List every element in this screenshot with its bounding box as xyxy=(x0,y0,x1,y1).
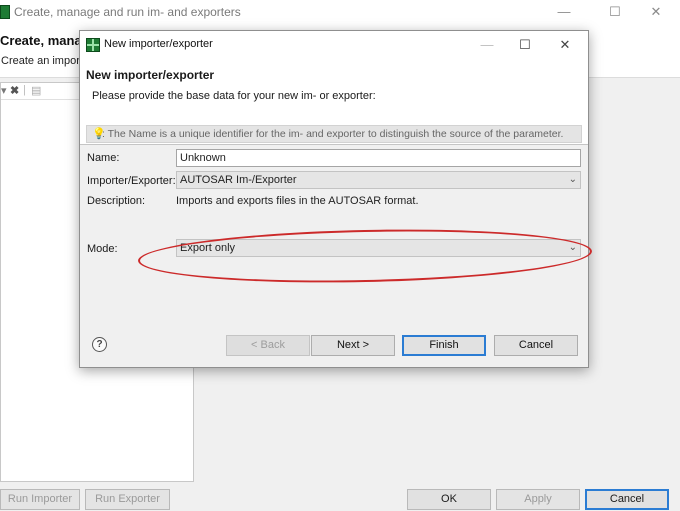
dialog-header-title: New importer/exporter xyxy=(86,68,215,82)
run-importer-button[interactable]: Run Importer xyxy=(0,489,80,510)
app-icon xyxy=(0,5,10,19)
apply-button[interactable]: Apply xyxy=(496,489,580,510)
importer-exporter-select-value: AUTOSAR Im-/Exporter xyxy=(180,174,297,186)
dialog-minimize-button[interactable]: — xyxy=(476,35,498,55)
name-input[interactable]: Unknown xyxy=(176,149,581,167)
background-maximize-button[interactable]: ☐ xyxy=(605,3,625,21)
finish-button[interactable]: Finish xyxy=(402,335,486,356)
name-label: Name: xyxy=(87,152,120,164)
dialog-cancel-button[interactable]: Cancel xyxy=(494,335,578,356)
delete-icon[interactable]: ✖ xyxy=(10,84,19,97)
chevron-down-icon: ⌄ xyxy=(568,174,577,185)
dialog-title-bar[interactable]: New importer/exporter — ☐ ✕ xyxy=(80,31,588,59)
dialog-app-icon xyxy=(86,38,100,52)
add-icon[interactable]: ▾ xyxy=(1,84,7,97)
background-header-description: Create an import xyxy=(1,55,83,67)
dialog-window-title: New importer/exporter xyxy=(104,38,213,50)
background-cancel-button[interactable]: Cancel xyxy=(585,489,669,510)
ok-button[interactable]: OK xyxy=(407,489,491,510)
mode-label: Mode: xyxy=(87,243,118,255)
background-title-bar: Create, manage and run im- and exporters… xyxy=(0,0,680,26)
background-close-button[interactable]: ✕ xyxy=(646,3,666,21)
info-message: 💡 : The Name is a unique identifier for … xyxy=(86,125,582,143)
mode-select[interactable]: Export only ⌄ xyxy=(176,239,581,257)
dialog-header-description: Please provide the base data for your ne… xyxy=(92,90,376,102)
importer-exporter-select[interactable]: AUTOSAR Im-/Exporter ⌄ xyxy=(176,171,581,189)
run-exporter-button[interactable]: Run Exporter xyxy=(85,489,170,510)
back-button[interactable]: < Back xyxy=(226,335,310,356)
importer-exporter-label: Importer/Exporter: xyxy=(87,175,176,187)
background-minimize-button[interactable]: — xyxy=(554,3,574,21)
description-label: Description: xyxy=(87,195,146,207)
dialog-close-button[interactable]: ✕ xyxy=(554,35,576,55)
help-icon[interactable]: ? xyxy=(92,337,107,352)
next-button[interactable]: Next > xyxy=(311,335,395,356)
chevron-down-icon: ⌄ xyxy=(568,242,577,253)
description-value: Imports and exports files in the AUTOSAR… xyxy=(176,195,419,207)
new-importer-exporter-dialog: New importer/exporter — ☐ ✕ New importer… xyxy=(79,30,593,368)
mode-select-value: Export only xyxy=(180,242,236,254)
separator-icon: | xyxy=(23,84,26,96)
info-message-text: : The Name is a unique identifier for th… xyxy=(102,128,564,140)
background-window-title: Create, manage and run im- and exporters xyxy=(14,5,241,19)
dialog-maximize-button[interactable]: ☐ xyxy=(514,35,536,55)
copy-icon[interactable]: ▤ xyxy=(31,84,41,97)
